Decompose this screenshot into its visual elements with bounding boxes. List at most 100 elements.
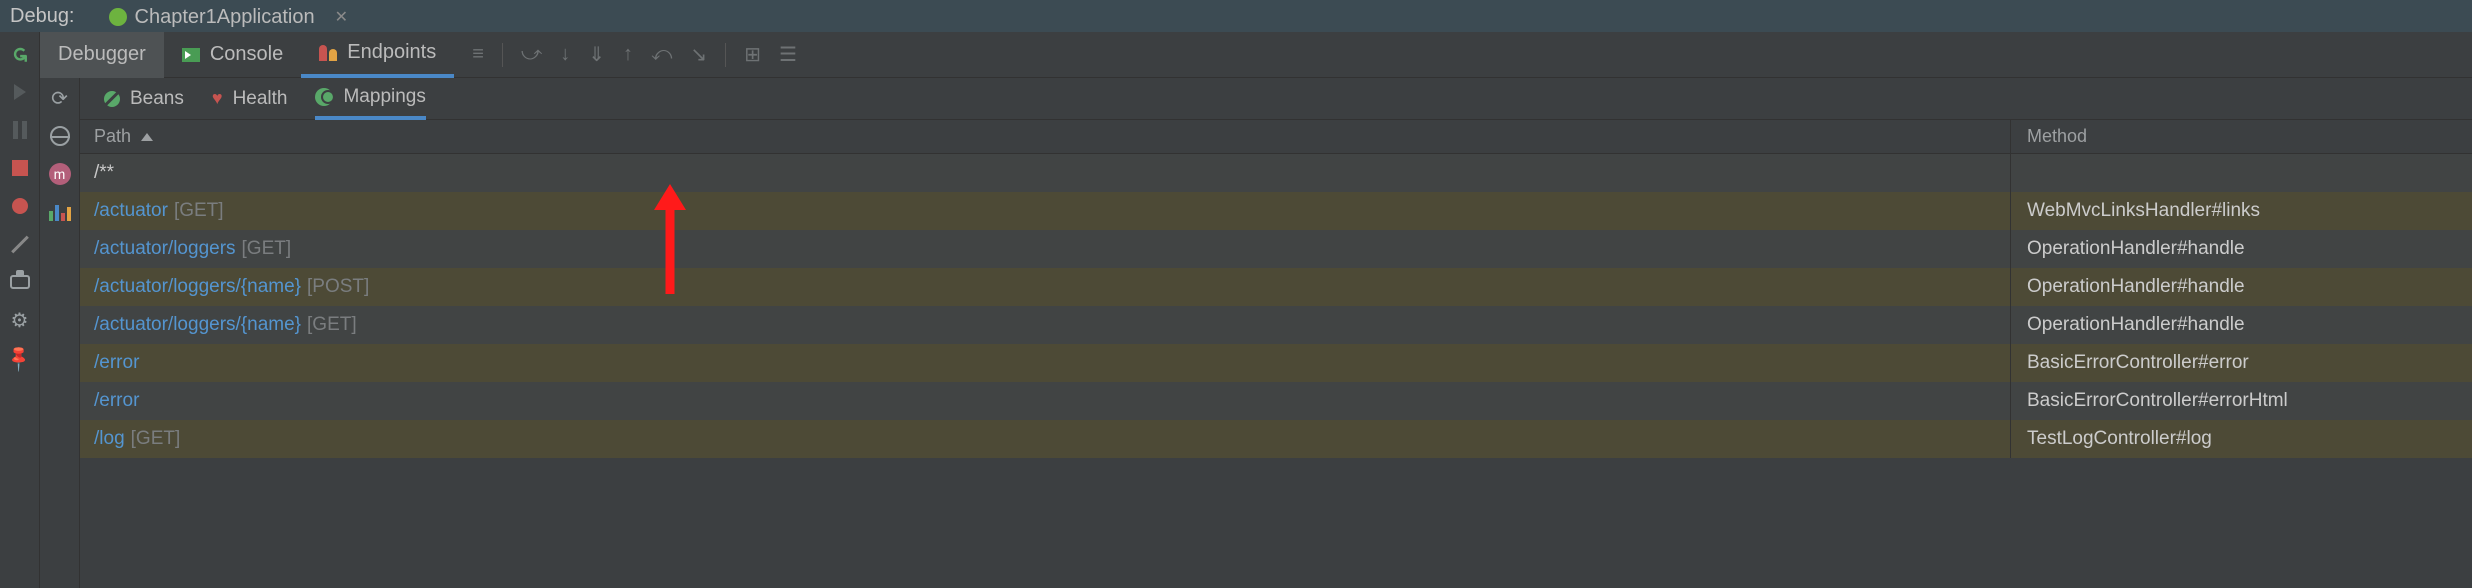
settings-icon[interactable]: ⚙ — [8, 308, 32, 332]
sub-tab-health-label: Health — [233, 88, 288, 110]
red-arrow-annotation — [650, 184, 690, 294]
table-row[interactable]: /error BasicErrorController#error — [80, 344, 2472, 382]
camera-icon[interactable] — [8, 270, 32, 294]
sub-tab-beans[interactable]: Beans — [104, 78, 184, 120]
table-row[interactable]: /actuator/loggers/{name} [GET]OperationH… — [80, 306, 2472, 344]
cell-method: OperationHandler#handle — [2010, 268, 2472, 306]
evaluate-expression-icon[interactable]: ⊞ — [744, 42, 761, 67]
column-method-label: Method — [2027, 126, 2087, 147]
main-content: ↻ ⚙ 📌 Debugger Console Endpoints ≡ — [0, 32, 2472, 588]
close-icon[interactable]: ✕ — [335, 7, 348, 27]
cell-path: /error — [80, 390, 2010, 412]
path-text: /actuator/loggers — [94, 238, 236, 260]
step-into-icon[interactable]: ↓ — [560, 43, 570, 66]
rerun-icon[interactable]: ↻ — [8, 42, 32, 66]
http-method: [GET] — [307, 314, 357, 336]
console-icon — [182, 48, 200, 62]
cell-method — [2010, 154, 2472, 192]
cell-path: /actuator/loggers/{name} [POST] — [80, 276, 2010, 298]
table-row[interactable]: /actuator/loggers [GET]OperationHandler#… — [80, 230, 2472, 268]
mappings-icon — [315, 88, 333, 106]
spring-boot-icon — [109, 8, 127, 26]
path-text: /actuator/loggers/{name} — [94, 276, 301, 298]
mute-breakpoints-icon[interactable] — [8, 232, 32, 256]
resume-icon[interactable] — [8, 80, 32, 104]
http-method: [GET] — [131, 428, 181, 450]
path-text: /error — [94, 352, 139, 374]
tab-console-label: Console — [210, 43, 283, 66]
sub-tab-beans-label: Beans — [130, 88, 184, 110]
run-to-cursor-icon[interactable]: ↘ — [690, 42, 707, 67]
pause-icon[interactable] — [8, 118, 32, 142]
inner-row: ⟳ m Beans ♥ Health Ma — [40, 78, 2472, 588]
sort-ascending-icon — [141, 133, 153, 141]
column-header-path[interactable]: Path — [80, 120, 2010, 153]
separator — [725, 43, 726, 67]
endpoints-icon — [319, 45, 337, 61]
table-row[interactable]: /actuator/loggers/{name} [POST]Operation… — [80, 268, 2472, 306]
debug-label: Debug: — [10, 5, 75, 28]
breakpoints-icon[interactable] — [8, 194, 32, 218]
tab-debugger[interactable]: Debugger — [40, 32, 164, 78]
beans-icon — [104, 91, 120, 107]
cell-path: /log [GET] — [80, 428, 2010, 450]
cell-path: /actuator [GET] — [80, 200, 2010, 222]
trace-icon[interactable]: ☰ — [779, 42, 797, 67]
content-column: Debugger Console Endpoints ≡ ⤻ ↓ ⇓ ↑ ⤺ ↘… — [40, 32, 2472, 588]
tab-endpoints-label: Endpoints — [347, 41, 436, 64]
cell-method: TestLogController#log — [2010, 420, 2472, 458]
sub-tab-health[interactable]: ♥ Health — [212, 78, 288, 120]
endpoints-sub-tabs: Beans ♥ Health Mappings — [80, 78, 2472, 120]
step-over-icon[interactable]: ⤻ — [521, 43, 542, 66]
table-row[interactable]: /actuator [GET]WebMvcLinksHandler#links — [80, 192, 2472, 230]
path-text: /** — [94, 162, 114, 184]
separator — [502, 43, 503, 67]
refresh-icon[interactable]: ⟳ — [48, 86, 72, 110]
tab-endpoints[interactable]: Endpoints — [301, 32, 454, 78]
column-header-method[interactable]: Method — [2010, 120, 2472, 153]
heart-icon: ♥ — [212, 88, 223, 109]
path-text: /error — [94, 390, 139, 412]
column-path-label: Path — [94, 126, 131, 147]
force-step-into-icon[interactable]: ⇓ — [588, 42, 605, 67]
mappings-table-area: Beans ♥ Health Mappings Path — [80, 78, 2472, 588]
run-configuration-tab[interactable]: Chapter1Application ✕ — [95, 0, 363, 32]
sub-tab-mappings-label: Mappings — [343, 86, 425, 108]
pin-icon[interactable]: 📌 — [8, 346, 32, 370]
cell-method: WebMvcLinksHandler#links — [2010, 192, 2472, 230]
globe-icon[interactable] — [48, 124, 72, 148]
debug-left-toolbar: ↻ ⚙ 📌 — [0, 32, 40, 588]
tab-debugger-label: Debugger — [58, 43, 146, 66]
module-badge-icon[interactable]: m — [48, 162, 72, 186]
table-header: Path Method — [80, 120, 2472, 154]
drop-frame-icon[interactable]: ⤺ — [651, 43, 672, 66]
path-text: /actuator/loggers/{name} — [94, 314, 301, 336]
table-row[interactable]: /log [GET]TestLogController#log — [80, 420, 2472, 458]
table-body: /**/actuator [GET]WebMvcLinksHandler#lin… — [80, 154, 2472, 458]
stop-icon[interactable] — [8, 156, 32, 180]
path-text: /actuator — [94, 200, 168, 222]
cell-path: /actuator/loggers [GET] — [80, 238, 2010, 260]
run-config-name: Chapter1Application — [135, 6, 315, 29]
debug-toolbar-icons: ≡ ⤻ ↓ ⇓ ↑ ⤺ ↘ ⊞ ☰ — [454, 42, 797, 67]
table-row[interactable]: /** — [80, 154, 2472, 192]
cell-method: OperationHandler#handle — [2010, 230, 2472, 268]
http-method: [GET] — [242, 238, 292, 260]
table-row[interactable]: /errorBasicErrorController#errorHtml — [80, 382, 2472, 420]
sub-tab-mappings[interactable]: Mappings — [315, 78, 425, 120]
step-out-icon[interactable]: ↑ — [623, 43, 633, 66]
tab-console[interactable]: Console — [164, 32, 301, 78]
http-method: [POST] — [307, 276, 369, 298]
cell-method: BasicErrorController#error — [2010, 344, 2472, 382]
path-text: /log — [94, 428, 125, 450]
tool-window-tabs: Debugger Console Endpoints ≡ ⤻ ↓ ⇓ ↑ ⤺ ↘… — [40, 32, 2472, 78]
cell-path: /actuator/loggers/{name} [GET] — [80, 314, 2010, 336]
cell-path: /error — [80, 352, 2010, 374]
debug-header: Debug: Chapter1Application ✕ — [0, 0, 2472, 32]
endpoints-left-toolbar: ⟳ m — [40, 78, 80, 588]
cell-path: /** — [80, 162, 2010, 184]
show-execution-point-icon[interactable]: ≡ — [472, 43, 484, 66]
live-beans-graph-icon[interactable] — [48, 200, 72, 224]
http-method: [GET] — [174, 200, 224, 222]
cell-method: OperationHandler#handle — [2010, 306, 2472, 344]
